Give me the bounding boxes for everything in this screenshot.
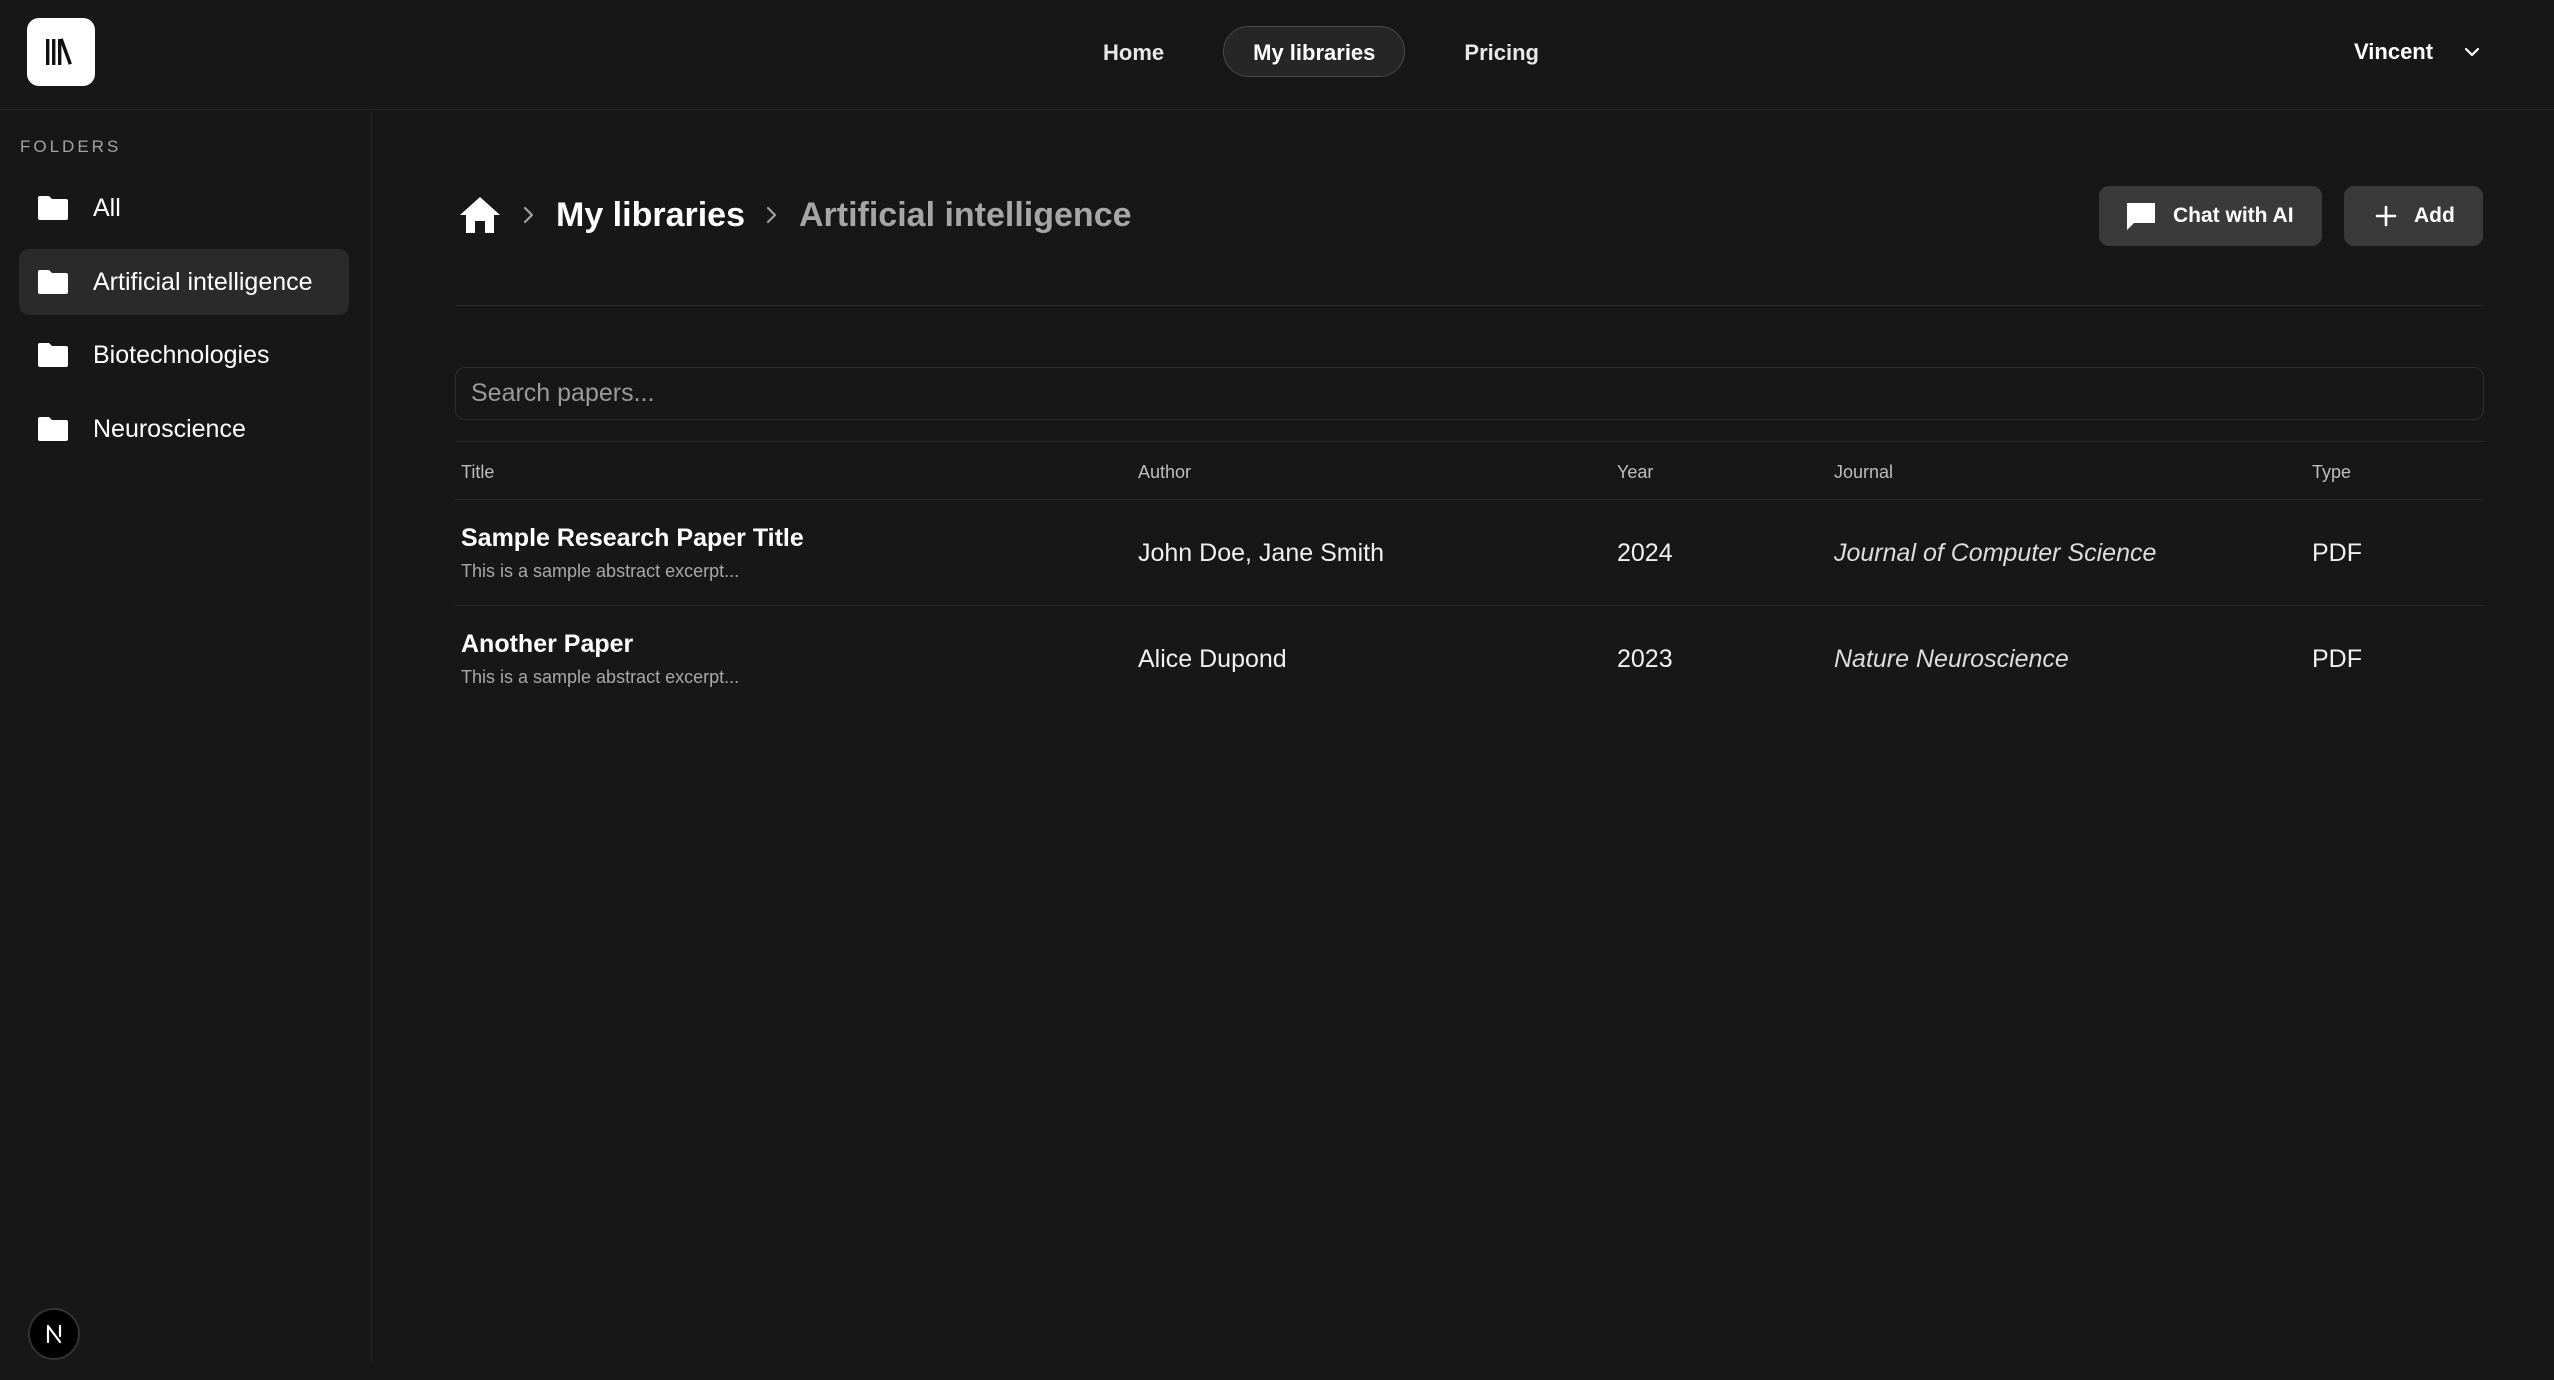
top-navbar: Home My libraries Pricing Vincent (0, 0, 2554, 110)
home-icon[interactable] (458, 194, 502, 236)
folder-icon (38, 417, 68, 441)
column-header-journal[interactable]: Journal (1834, 462, 1893, 483)
table-header: Title Author Year Journal Type (455, 442, 2484, 500)
add-label: Add (2414, 204, 2455, 227)
header-divider (456, 305, 2483, 306)
library-books-icon (46, 38, 72, 65)
paper-type: PDF (2312, 644, 2362, 673)
paper-abstract: This is a sample abstract excerpt... (461, 561, 740, 581)
main-nav: Home My libraries Pricing (1073, 26, 1569, 77)
paper-abstract: This is a sample abstract excerpt... (461, 667, 740, 687)
sidebar: FOLDERS All Artificial intelligence Biot… (0, 111, 372, 1361)
folder-icon (38, 343, 68, 367)
column-header-author[interactable]: Author (1138, 462, 1191, 483)
chat-with-ai-label: Chat with AI (2173, 204, 2294, 227)
breadcrumb-current-folder: Artificial intelligence (798, 195, 1132, 234)
paper-journal: Nature Neuroscience (1834, 644, 2069, 673)
paper-title[interactable]: Another Paper (461, 630, 633, 659)
paper-title-cell: Another Paper This is a sample abstract … (461, 606, 739, 712)
table-row[interactable]: Sample Research Paper Title This is a sa… (455, 500, 2484, 606)
folder-icon (38, 270, 68, 294)
paper-title[interactable]: Sample Research Paper Title (461, 524, 804, 553)
user-menu[interactable]: Vincent (2354, 30, 2554, 74)
chat-bubble-icon (2127, 203, 2155, 230)
column-header-type[interactable]: Type (2312, 462, 2351, 483)
sidebar-folder-all[interactable]: All (19, 175, 349, 241)
nav-my-libraries[interactable]: My libraries (1223, 26, 1406, 77)
folder-icon (38, 196, 68, 220)
chevron-right-icon (522, 205, 536, 225)
folder-label: Biotechnologies (93, 340, 270, 369)
sidebar-folder-biotechnologies[interactable]: Biotechnologies (19, 322, 349, 388)
folder-label: Neuroscience (93, 414, 246, 443)
paper-author: Alice Dupond (1138, 644, 1287, 673)
sidebar-folder-artificial-intelligence[interactable]: Artificial intelligence (19, 249, 349, 315)
chevron-right-icon (765, 205, 779, 225)
app-logo[interactable] (27, 18, 95, 86)
breadcrumb-my-libraries[interactable]: My libraries (556, 196, 745, 235)
column-header-year[interactable]: Year (1617, 462, 1653, 483)
folder-label: Artificial intelligence (93, 267, 313, 296)
nav-pricing[interactable]: Pricing (1434, 26, 1569, 77)
devtools-badge[interactable] (28, 1308, 80, 1360)
paper-author: John Doe, Jane Smith (1138, 538, 1384, 567)
chevron-down-icon (2464, 47, 2480, 57)
chat-with-ai-button[interactable]: Chat with AI (2099, 186, 2322, 246)
paper-year: 2023 (1617, 644, 1673, 673)
breadcrumb: My libraries Artificial intelligence (458, 190, 1132, 240)
folders-heading: FOLDERS (20, 137, 122, 156)
table-row[interactable]: Another Paper This is a sample abstract … (455, 606, 2484, 712)
n-logo-icon (46, 1324, 62, 1344)
sidebar-folder-neuroscience[interactable]: Neuroscience (19, 396, 349, 462)
user-name: Vincent (2354, 39, 2434, 64)
paper-year: 2024 (1617, 538, 1673, 567)
paper-type: PDF (2312, 538, 2362, 567)
search-input[interactable] (455, 367, 2484, 420)
paper-journal: Journal of Computer Science (1834, 538, 2157, 567)
papers-table: Title Author Year Journal Type Sample Re… (455, 441, 2484, 712)
paper-title-cell: Sample Research Paper Title This is a sa… (461, 500, 804, 606)
column-header-title[interactable]: Title (461, 462, 494, 483)
add-button[interactable]: Add (2344, 186, 2483, 246)
plus-icon (2375, 205, 2397, 227)
folder-label: All (93, 193, 121, 222)
nav-home[interactable]: Home (1073, 26, 1194, 77)
